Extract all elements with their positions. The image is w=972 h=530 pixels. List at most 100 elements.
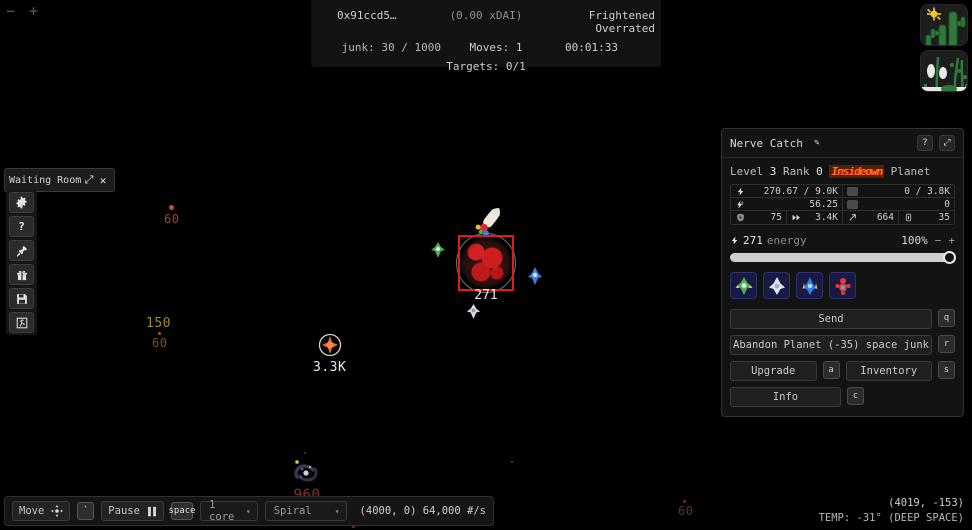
mining-coordinates: (4000, 0) 64,000 #/s bbox=[359, 505, 486, 517]
stat-armor: 35 bbox=[899, 211, 954, 224]
junk-dot-60-lower[interactable]: 60 bbox=[152, 332, 167, 349]
send-row: Send q bbox=[730, 309, 955, 329]
energy-bolt-icon bbox=[731, 236, 738, 245]
cactus-desert-thumbnail[interactable] bbox=[920, 4, 968, 46]
thumbnail-stack bbox=[920, 4, 968, 92]
help-icon[interactable]: ? bbox=[9, 216, 34, 237]
defense-icon bbox=[905, 213, 912, 222]
ship-slot-red[interactable] bbox=[829, 272, 856, 299]
stat-speed-value: 3.4K bbox=[815, 212, 838, 223]
move-hotkey[interactable]: ` bbox=[77, 502, 95, 520]
info-button[interactable]: Info bbox=[730, 387, 841, 407]
waiting-room-expand-button[interactable]: ⤢ bbox=[82, 173, 96, 187]
stat-silver-growth: 0 bbox=[843, 198, 954, 210]
cursor-coordinates: (4019, -153) bbox=[888, 497, 964, 509]
panel-expand-icon[interactable]: ⤢ bbox=[939, 135, 955, 151]
star-speck-b bbox=[304, 452, 306, 454]
ship-blue-right[interactable] bbox=[526, 266, 544, 286]
player-name: Frightened Overrated bbox=[588, 9, 655, 35]
send-hotkey[interactable]: q bbox=[938, 309, 955, 327]
info-hotkey[interactable]: c bbox=[847, 387, 864, 405]
wallet-balance: (0.00 xDAI) bbox=[449, 9, 523, 22]
stat-energy: 270.67 / 9.0K bbox=[731, 185, 843, 197]
energy-slider[interactable] bbox=[730, 251, 956, 264]
info-row: Info c bbox=[730, 387, 955, 407]
battery-regen-icon bbox=[847, 199, 858, 209]
waiting-room-panel: Waiting Room ⤢ ✕ bbox=[4, 168, 115, 192]
level-prefix: Level bbox=[730, 165, 764, 178]
stats-row: 270.67 / 9.0K 0 / 3.8K bbox=[731, 185, 954, 198]
ship-slot-blue[interactable] bbox=[796, 272, 823, 299]
zoom-out-button[interactable]: − bbox=[6, 4, 15, 19]
energy-percent: 100% bbox=[901, 234, 928, 247]
help-icon-glyph: ? bbox=[18, 220, 25, 233]
energy-send-label: energy bbox=[766, 234, 807, 247]
panel-help-icon[interactable]: ? bbox=[917, 135, 933, 151]
speed-icon bbox=[792, 214, 800, 221]
pattern-select-value: Spiral bbox=[273, 505, 312, 517]
stat-energy-growth-value: 56.25 bbox=[809, 198, 838, 210]
spiral-galaxy-960[interactable]: 960 bbox=[289, 457, 325, 502]
spiral-galaxy-icon bbox=[294, 460, 318, 482]
save-icon[interactable] bbox=[9, 288, 34, 309]
ship-white-bottom[interactable] bbox=[465, 303, 482, 320]
battery-icon bbox=[847, 186, 858, 196]
exit-icon[interactable] bbox=[9, 312, 34, 333]
move-crosshair-icon bbox=[51, 505, 64, 517]
panel-title: Nerve Catch bbox=[730, 136, 803, 150]
abandon-hotkey[interactable]: r bbox=[938, 335, 955, 353]
upgrade-hotkey[interactable]: a bbox=[822, 361, 840, 379]
cursor-temperature: TEMP: -31° (DEEP SPACE) bbox=[818, 512, 964, 524]
game-screen: − + 0x91ccd5… (0.00 xDAI) Frightened Ove… bbox=[0, 0, 972, 530]
planet-stats-table: 270.67 / 9.0K 0 / 3.8K 56.25 0 75 3.4K 6… bbox=[730, 184, 955, 225]
pattern-select[interactable]: Spiral ▾ bbox=[264, 501, 347, 521]
settings-icon[interactable] bbox=[9, 192, 34, 213]
inventory-hotkey[interactable]: s bbox=[938, 361, 955, 379]
stat-energy-value: 270.67 / 9.0K bbox=[763, 185, 838, 197]
targets-counter: Targets: 0/1 bbox=[446, 60, 526, 73]
plug-icon[interactable] bbox=[9, 240, 34, 261]
pause-button[interactable]: Pause bbox=[101, 501, 164, 521]
send-button[interactable]: Send bbox=[730, 309, 932, 329]
stats-row: 56.25 0 bbox=[731, 198, 954, 211]
edit-name-icon[interactable]: ✎ bbox=[809, 135, 825, 151]
junk-dot-60-upper[interactable]: 60 bbox=[164, 205, 179, 225]
stat-armor-value: 35 bbox=[938, 212, 950, 223]
junk-dot-60-bottom[interactable]: 60 bbox=[678, 500, 693, 517]
pause-hotkey[interactable]: space bbox=[168, 502, 196, 520]
cores-select[interactable]: 1 core ▾ bbox=[200, 499, 258, 523]
ship-slot-green[interactable] bbox=[730, 272, 757, 299]
inventory-button[interactable]: Inventory bbox=[845, 361, 932, 381]
waiting-room-close-button[interactable]: ✕ bbox=[96, 174, 110, 187]
zoom-in-button[interactable]: + bbox=[29, 4, 38, 19]
abandon-planet-button[interactable]: Abandon Planet (-35) space junk bbox=[730, 335, 932, 355]
gift-icon[interactable] bbox=[9, 264, 34, 285]
map-zoom-controls: − + bbox=[6, 4, 38, 19]
top-hud: 0x91ccd5… (0.00 xDAI) Frightened Overrat… bbox=[311, 0, 661, 73]
rank-value: 0 bbox=[816, 165, 823, 178]
cursor-status: (4019, -153) TEMP: -31° (DEEP SPACE) bbox=[819, 496, 964, 526]
move-button[interactable]: Move bbox=[12, 501, 71, 521]
wallet-address[interactable]: 0x91ccd5… bbox=[311, 9, 431, 35]
energy-decrease-button[interactable]: − bbox=[935, 234, 942, 247]
junk-counter: junk: 30 / 1000 bbox=[341, 41, 441, 54]
shield-icon bbox=[737, 213, 744, 222]
planet-selection-box[interactable] bbox=[458, 235, 514, 291]
upgrade-button[interactable]: Upgrade bbox=[730, 361, 817, 381]
range-icon bbox=[849, 214, 856, 221]
energy-slider-knob[interactable] bbox=[943, 251, 956, 264]
planet-detail-panel: Nerve Catch ✎ ? ⤢ Level 3 Rank 0 Insideo… bbox=[721, 128, 964, 417]
aquatic-plants-thumbnail[interactable] bbox=[920, 50, 968, 92]
junk-dot-60-upper-label: 60 bbox=[164, 212, 180, 226]
silver-count-150[interactable]: 150 bbox=[146, 317, 171, 330]
ship-slot-white[interactable] bbox=[763, 272, 790, 299]
ship-green-left[interactable] bbox=[429, 241, 447, 259]
asteroid-3-3k[interactable]: 3.3K bbox=[313, 333, 346, 374]
energy-bolt-icon bbox=[737, 187, 744, 195]
stat-silver-growth-value: 0 bbox=[944, 198, 950, 210]
ship-rocket-top[interactable] bbox=[473, 203, 507, 237]
energy-increase-button[interactable]: + bbox=[948, 234, 955, 247]
planet-energy-label: 271 bbox=[474, 288, 498, 303]
rank-prefix: Rank bbox=[783, 165, 810, 178]
stat-speed: 3.4K bbox=[787, 211, 843, 224]
